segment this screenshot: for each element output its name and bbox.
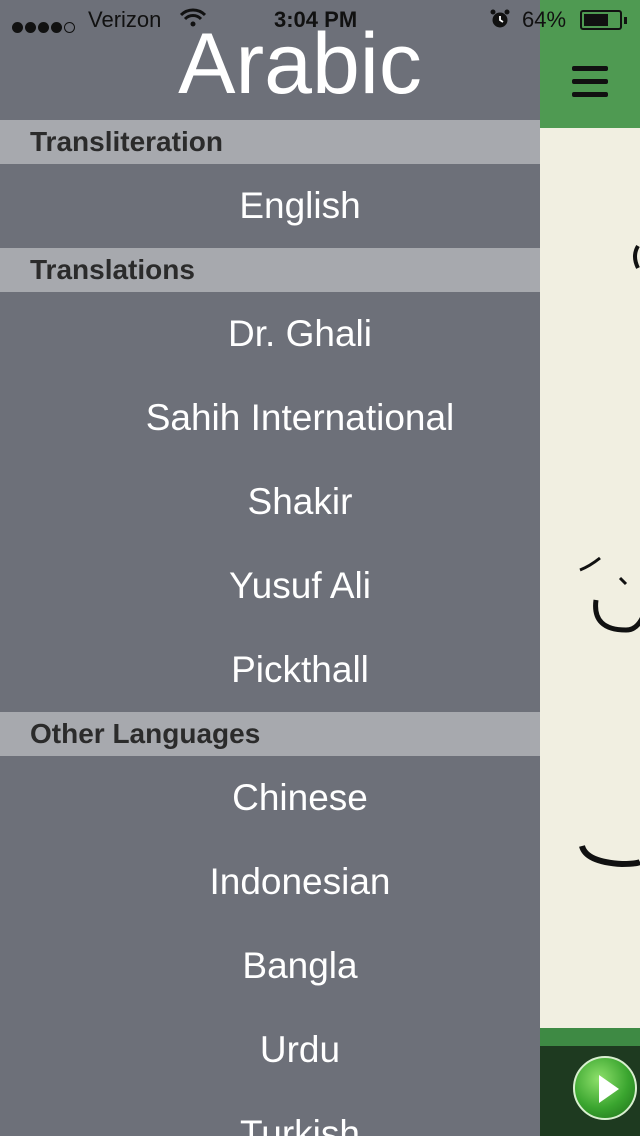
menu-item-chinese[interactable]: Chinese [0, 756, 540, 840]
arabic-calligraphy [579, 244, 640, 868]
menu-item-indonesian[interactable]: Indonesian [0, 840, 540, 924]
menu-item-yusuf-ali[interactable]: Yusuf Ali [0, 544, 540, 628]
menu-item-sahih-international[interactable]: Sahih International [0, 376, 540, 460]
alarm-icon [490, 9, 510, 28]
menu-item-shakir[interactable]: Shakir [0, 460, 540, 544]
play-button[interactable] [573, 1056, 637, 1120]
menu-item-english[interactable]: English [0, 164, 540, 248]
content-panel [540, 0, 640, 1136]
menu-item-turkish[interactable]: Turkish [0, 1092, 540, 1136]
section-header-translations: Translations [0, 248, 540, 292]
arabic-text-area [540, 128, 640, 1028]
section-header-other-languages: Other Languages [0, 712, 540, 756]
hamburger-menu-icon[interactable] [570, 66, 610, 98]
battery-icon [580, 10, 627, 30]
wifi-icon [180, 8, 206, 27]
status-bar: Verizon 3:04 PM 64% [0, 0, 640, 40]
section-header-transliteration: Transliteration [0, 120, 540, 164]
status-time: 3:04 PM [274, 7, 358, 32]
menu-item-pickthall[interactable]: Pickthall [0, 628, 540, 712]
battery-percentage: 64% [522, 7, 567, 32]
menu-item-dr-ghali[interactable]: Dr. Ghali [0, 292, 540, 376]
footer-divider [540, 1028, 640, 1046]
carrier-name: Verizon [88, 7, 162, 32]
menu-item-bangla[interactable]: Bangla [0, 924, 540, 1008]
play-icon [599, 1075, 619, 1103]
menu-item-urdu[interactable]: Urdu [0, 1008, 540, 1092]
signal-strength-icon [12, 13, 77, 39]
language-drawer: Arabic Transliteration English Translati… [0, 0, 540, 1136]
